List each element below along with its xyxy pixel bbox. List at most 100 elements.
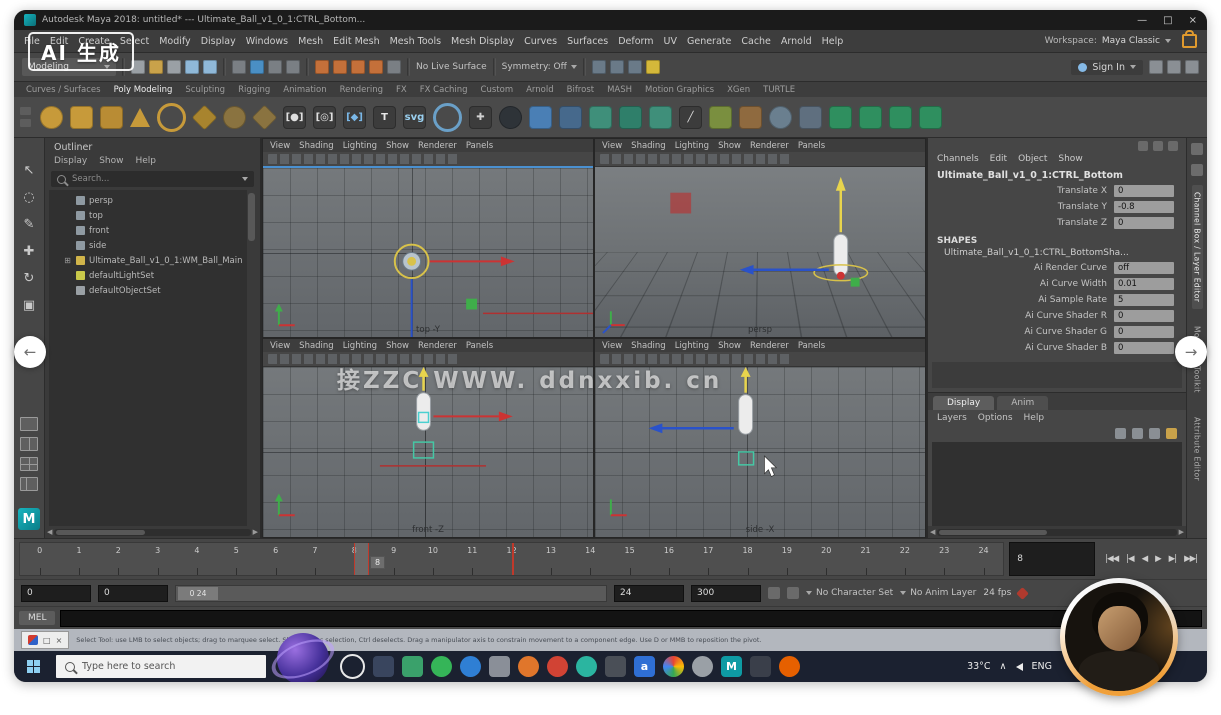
outliner-menu-item[interactable]: Help — [135, 156, 156, 166]
viewport-menu-item[interactable]: Show — [718, 341, 741, 351]
weather-temp[interactable]: 33°C — [967, 661, 990, 672]
svg-tool-icon[interactable]: svg — [403, 106, 426, 129]
crease-icon[interactable] — [799, 106, 822, 129]
menu-item[interactable]: Generate — [687, 36, 731, 47]
selected-object-name[interactable]: Ultimate_Ball_v1_0_1:CTRL_Bottom — [928, 167, 1186, 183]
range-slider-block[interactable]: 0 24 — [178, 587, 218, 600]
skype-icon[interactable] — [460, 656, 481, 677]
viewport-menu-item[interactable]: Lighting — [675, 141, 709, 151]
time-tick[interactable]: 5 — [217, 543, 256, 575]
viewport-menu-item[interactable]: View — [270, 141, 290, 151]
menu-item[interactable]: Windows — [246, 36, 288, 47]
autodesk-app-icon[interactable]: a — [634, 656, 655, 677]
script-editor-mini-window[interactable]: □ × — [21, 631, 69, 649]
time-tick[interactable]: 10 — [413, 543, 452, 575]
scroll-right-arrow-icon[interactable]: ▶ — [1179, 528, 1184, 536]
viewport-menu-item[interactable]: Panels — [798, 141, 825, 151]
sculpt-shelf-icon[interactable] — [859, 106, 882, 129]
redo-icon[interactable] — [203, 60, 217, 74]
boolean-union-icon[interactable] — [529, 106, 552, 129]
menu-item[interactable]: Mesh — [298, 36, 323, 47]
layer-editor-tab[interactable]: Anim — [997, 396, 1048, 410]
outliner-item[interactable]: defaultLightSet — [49, 268, 247, 283]
language-indicator[interactable]: ENG — [1032, 661, 1052, 672]
playback-button[interactable]: ▶ — [1153, 553, 1163, 565]
time-tick[interactable]: 3 — [138, 543, 177, 575]
workspace-selector[interactable]: Workspace: Maya Classic — [1045, 34, 1197, 48]
time-tick[interactable]: 13 — [531, 543, 570, 575]
scroll-left-arrow-icon[interactable]: ◀ — [47, 528, 52, 536]
outliner-item[interactable]: side — [49, 238, 247, 253]
bake-icon[interactable] — [829, 106, 852, 129]
viewport-icon-bar[interactable] — [595, 152, 925, 167]
viewport-menu-item[interactable]: Shading — [299, 141, 334, 151]
shelf-tab[interactable]: Curves / Surfaces — [26, 85, 101, 95]
loop-mode-icon[interactable] — [787, 587, 799, 599]
move-tool-icon[interactable]: ✚ — [24, 245, 35, 258]
attribute-value-field[interactable]: 5 — [1114, 294, 1174, 306]
attribute-value-field[interactable]: 0 — [1114, 342, 1174, 354]
camera-app-icon[interactable] — [605, 656, 626, 677]
extract-icon[interactable]: [◆] — [343, 106, 366, 129]
channel-box-menu-item[interactable]: Show — [1058, 154, 1082, 164]
attribute-name[interactable]: Translate X — [1057, 186, 1107, 196]
layer-editor-menu-item[interactable]: Options — [978, 413, 1013, 423]
layer-editor-tab[interactable]: Display — [933, 396, 994, 410]
bevel-icon[interactable] — [589, 106, 612, 129]
bridge-icon[interactable] — [619, 106, 642, 129]
lasso-tool-icon[interactable]: ◌ — [23, 191, 34, 204]
undo-icon[interactable] — [185, 60, 199, 74]
cone-primitive-icon[interactable] — [130, 108, 150, 127]
shelf-tab[interactable]: Rigging — [238, 85, 270, 95]
outliner-menu-item[interactable]: Display — [54, 156, 87, 166]
menu-item[interactable]: Surfaces — [567, 36, 608, 47]
current-frame-field[interactable]: 8 — [1009, 542, 1095, 576]
layout-two-pane-button[interactable] — [20, 437, 38, 451]
tray-chevron-icon[interactable]: ∧ — [1000, 661, 1007, 672]
shelf-tab[interactable]: Custom — [481, 85, 514, 95]
shelf-tab[interactable]: XGen — [727, 85, 750, 95]
snap-to-point-icon[interactable] — [351, 60, 365, 74]
viewport-menu-item[interactable]: Lighting — [675, 341, 709, 351]
select-hierarchy-icon[interactable] — [232, 60, 246, 74]
layout-persp-outliner-button[interactable] — [20, 477, 38, 491]
shelf-options-icon[interactable] — [20, 119, 31, 127]
time-tick[interactable]: 22 — [885, 543, 924, 575]
show-toolbox-toggle-icon[interactable] — [1167, 60, 1181, 74]
outliner-item[interactable]: persp — [49, 193, 247, 208]
time-tick[interactable]: 2 — [99, 543, 138, 575]
dark-app-icon[interactable] — [750, 656, 771, 677]
quad-draw-icon[interactable]: ✚ — [469, 106, 492, 129]
playback-button[interactable]: |◀ — [1124, 553, 1135, 565]
smooth-icon[interactable] — [769, 106, 792, 129]
attribute-value-field[interactable]: -0.8 — [1114, 201, 1174, 213]
playback-end-field[interactable]: 24 — [614, 585, 684, 602]
playback-button[interactable]: ▶| — [1167, 553, 1178, 565]
time-tick[interactable]: 6 — [256, 543, 295, 575]
menu-item[interactable]: Help — [822, 36, 844, 47]
outliner-hscrollbar[interactable]: ◀ ▶ — [45, 526, 260, 538]
viewport-canvas-top[interactable]: top -Y — [263, 168, 593, 337]
next-button[interactable]: → — [1175, 336, 1207, 368]
channel-pin-icon[interactable] — [1168, 141, 1178, 151]
layer-list[interactable] — [932, 442, 1182, 526]
shelf-tab[interactable]: Bifrost — [567, 85, 594, 95]
target-weld-icon[interactable] — [709, 106, 732, 129]
range-slider-track[interactable]: 0 24 — [175, 585, 607, 602]
paint-select-tool-icon[interactable]: ✎ — [24, 218, 35, 231]
layer-editor-menu-item[interactable]: Layers — [937, 413, 967, 423]
time-tick[interactable]: 0 — [20, 543, 59, 575]
combine-icon[interactable]: [●] — [283, 106, 306, 129]
sign-in-button[interactable]: Sign In — [1071, 60, 1143, 75]
menu-item[interactable]: Deform — [618, 36, 653, 47]
restore-icon[interactable]: □ — [43, 636, 51, 645]
scrollbar-thumb[interactable] — [56, 530, 144, 535]
attribute-editor-icon[interactable] — [1191, 143, 1203, 155]
viewport-menu-item[interactable]: View — [602, 341, 622, 351]
viewport-menu-item[interactable]: Lighting — [343, 341, 377, 351]
type-tool-icon[interactable]: T — [373, 106, 396, 129]
start-button[interactable] — [19, 651, 47, 682]
shelf-tab[interactable]: Rendering — [340, 85, 383, 95]
scrollbar-track[interactable] — [937, 529, 1176, 536]
outliner-item[interactable]: defaultObjectSet — [49, 283, 247, 298]
